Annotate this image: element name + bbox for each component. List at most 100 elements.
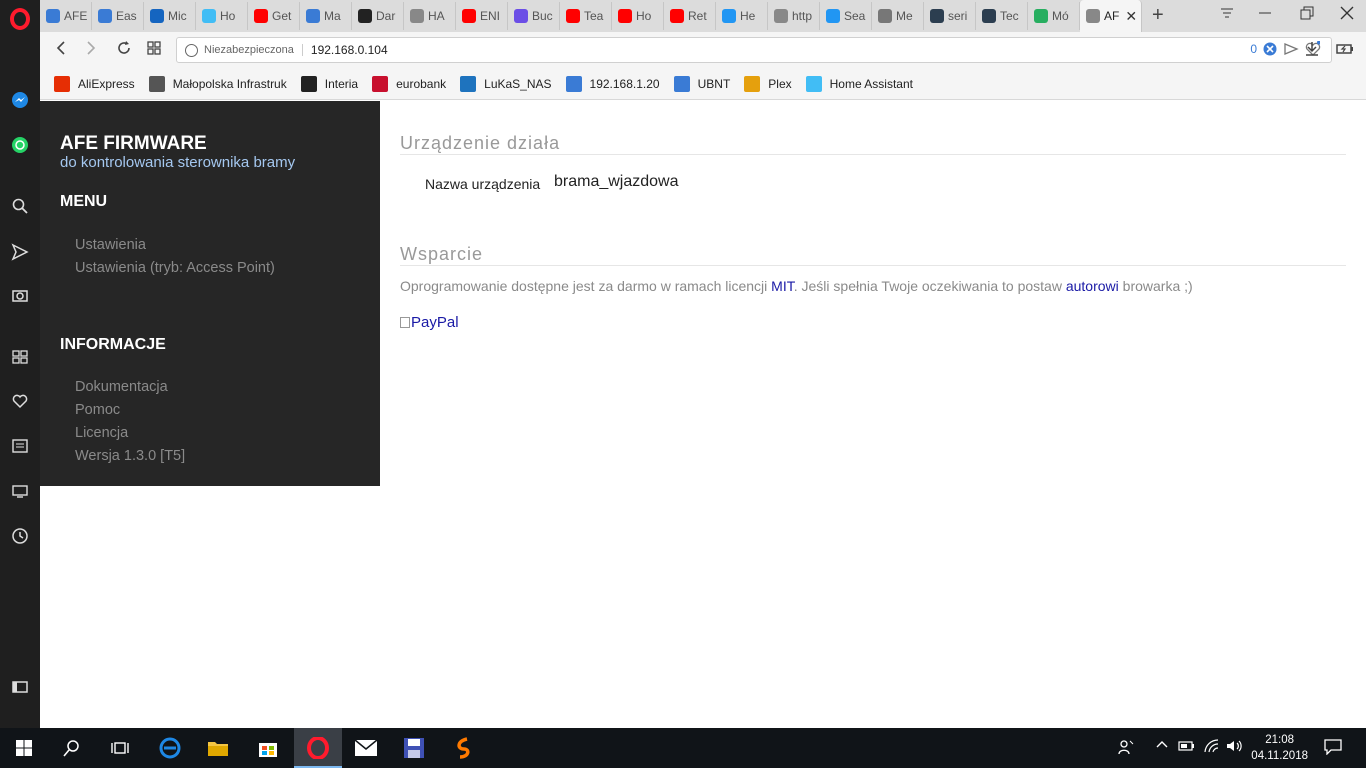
edge-icon[interactable] (158, 736, 182, 760)
news-icon[interactable] (8, 434, 32, 458)
browser-tab[interactable]: Me (872, 2, 924, 30)
tab-favicon-icon (150, 9, 164, 23)
speed-dial-grid-icon[interactable] (146, 40, 162, 61)
store-icon[interactable] (256, 736, 280, 760)
minimize-icon[interactable] (1258, 6, 1272, 23)
paypal-alt-text[interactable]: PayPal (411, 314, 459, 331)
send-icon[interactable] (8, 240, 32, 264)
bookmark-item[interactable]: UBNT (673, 75, 730, 92)
paypal-button[interactable]: PayPal (400, 314, 459, 331)
browser-tab[interactable]: Mó (1028, 2, 1080, 30)
bookmark-favicon-icon (300, 75, 317, 92)
browser-tab[interactable]: Ho (196, 2, 248, 30)
info-link-version[interactable]: Wersja 1.3.0 [T5] (75, 448, 185, 464)
bookmark-favicon-icon (565, 75, 582, 92)
app-swirl-icon[interactable] (452, 736, 476, 760)
bookmark-favicon-icon (54, 75, 70, 92)
taskbar-search-icon[interactable] (60, 736, 84, 760)
browser-tab[interactable]: Ret (664, 2, 716, 30)
bookmark-favicon-icon (460, 75, 477, 92)
forward-icon[interactable] (84, 40, 98, 61)
taskbar-clock[interactable]: 21:08 04.11.2018 (1251, 732, 1308, 764)
history-icon[interactable] (8, 524, 32, 548)
adblock-count[interactable]: 0 (1250, 42, 1257, 56)
browser-tab[interactable]: Eas (92, 2, 144, 30)
bookmark-item[interactable]: Home Assistant (805, 75, 913, 92)
mit-license-link[interactable]: MIT (771, 278, 794, 294)
camera-icon[interactable] (8, 283, 32, 307)
new-tab-button[interactable]: + (1152, 4, 1164, 27)
bookmark-item[interactable]: LuKaS_NAS (460, 75, 552, 92)
author-link[interactable]: autorowi (1066, 278, 1119, 294)
wifi-icon[interactable] (1204, 739, 1220, 756)
reload-icon[interactable] (116, 40, 132, 61)
browser-tab[interactable]: Tea (560, 2, 612, 30)
bookmarks-bar: AliExpress Małopolska Infrastruk Interia eu… (40, 68, 1366, 100)
menu-link-settings[interactable]: Ustawienia (75, 237, 146, 253)
menu-link-settings-ap[interactable]: Ustawienia (tryb: Access Point) (75, 260, 275, 276)
info-link-documentation[interactable]: Dokumentacja (75, 379, 168, 395)
search-icon[interactable] (8, 194, 32, 218)
url-text[interactable]: 192.168.0.104 (311, 43, 388, 57)
bookmark-item[interactable]: 192.168.1.20 (565, 75, 660, 92)
volume-icon[interactable] (1226, 739, 1244, 756)
support-divider (400, 265, 1346, 266)
browser-tab[interactable]: Dar (352, 2, 404, 30)
address-field[interactable]: Niezabezpieczona 192.168.0.104 0 (176, 37, 1332, 63)
messenger-icon[interactable] (8, 88, 32, 112)
people-icon[interactable] (1118, 739, 1134, 758)
close-window-icon[interactable] (1340, 6, 1354, 23)
tab-favicon-icon (1086, 9, 1100, 23)
tab-label: Dar (376, 9, 396, 23)
browser-tab[interactable]: AF ✕ (1080, 0, 1142, 32)
browser-tab[interactable]: http (768, 2, 820, 30)
bookmark-item[interactable]: eurobank (372, 75, 446, 92)
security-label[interactable]: Niezabezpieczona (204, 44, 303, 56)
tab-menu-icon[interactable] (1220, 6, 1234, 23)
bookmark-item[interactable]: Małopolska Infrastruk (148, 75, 287, 92)
bookmark-item[interactable]: Plex (744, 75, 792, 92)
show-hidden-icons-icon[interactable] (1156, 739, 1168, 754)
opera-logo-icon[interactable] (10, 8, 30, 30)
bookmark-item[interactable]: AliExpress (54, 75, 135, 92)
windows-start-icon[interactable] (12, 736, 36, 760)
adblock-icon[interactable] (1263, 42, 1277, 56)
snap-icon[interactable] (1283, 42, 1299, 56)
task-view-icon[interactable] (108, 736, 132, 760)
browser-tab[interactable]: AFE (40, 2, 92, 30)
browser-tab[interactable]: Buc (508, 2, 560, 30)
bookmark-favicon-icon (805, 75, 822, 92)
info-link-license[interactable]: Licencja (75, 425, 128, 441)
battery-saver-icon[interactable] (1336, 41, 1354, 61)
sidebar-toggle-icon[interactable] (8, 675, 32, 699)
info-link-help[interactable]: Pomoc (75, 402, 120, 418)
browser-tab[interactable]: Sea (820, 2, 872, 30)
bookmark-item[interactable]: Interia (300, 75, 358, 92)
floppy-app-icon[interactable] (402, 736, 426, 760)
support-text-part: . Jeśli spełnia Twoje oczekiwania to pos… (793, 278, 1066, 294)
restore-icon[interactable] (1300, 6, 1314, 23)
action-center-icon[interactable] (1324, 739, 1342, 758)
browser-tab[interactable]: Get (248, 2, 300, 30)
file-explorer-icon[interactable] (206, 736, 230, 760)
tabs-icon[interactable] (8, 479, 32, 503)
opera-taskbar-icon[interactable] (306, 736, 330, 760)
mail-icon[interactable] (354, 736, 378, 760)
browser-tab[interactable]: HA (404, 2, 456, 30)
tab-label: Get (272, 9, 292, 23)
close-tab-icon[interactable]: ✕ (1125, 8, 1137, 25)
browser-tab[interactable]: Mic (144, 2, 196, 30)
heart-icon[interactable] (8, 389, 32, 413)
browser-tab[interactable]: Tec (976, 2, 1028, 30)
browser-tab[interactable]: Ho (612, 2, 664, 30)
browser-tab[interactable]: Ma (300, 2, 352, 30)
download-icon[interactable] (1304, 40, 1321, 61)
whatsapp-icon[interactable] (8, 133, 32, 157)
battery-icon[interactable] (1178, 739, 1196, 756)
back-icon[interactable] (54, 40, 68, 61)
browser-tab[interactable]: seri (924, 2, 976, 30)
browser-tab[interactable]: He (716, 2, 768, 30)
browser-tab[interactable]: ENI (456, 2, 508, 30)
speed-dial-icon[interactable] (8, 345, 32, 369)
tab-favicon-icon (722, 9, 736, 23)
